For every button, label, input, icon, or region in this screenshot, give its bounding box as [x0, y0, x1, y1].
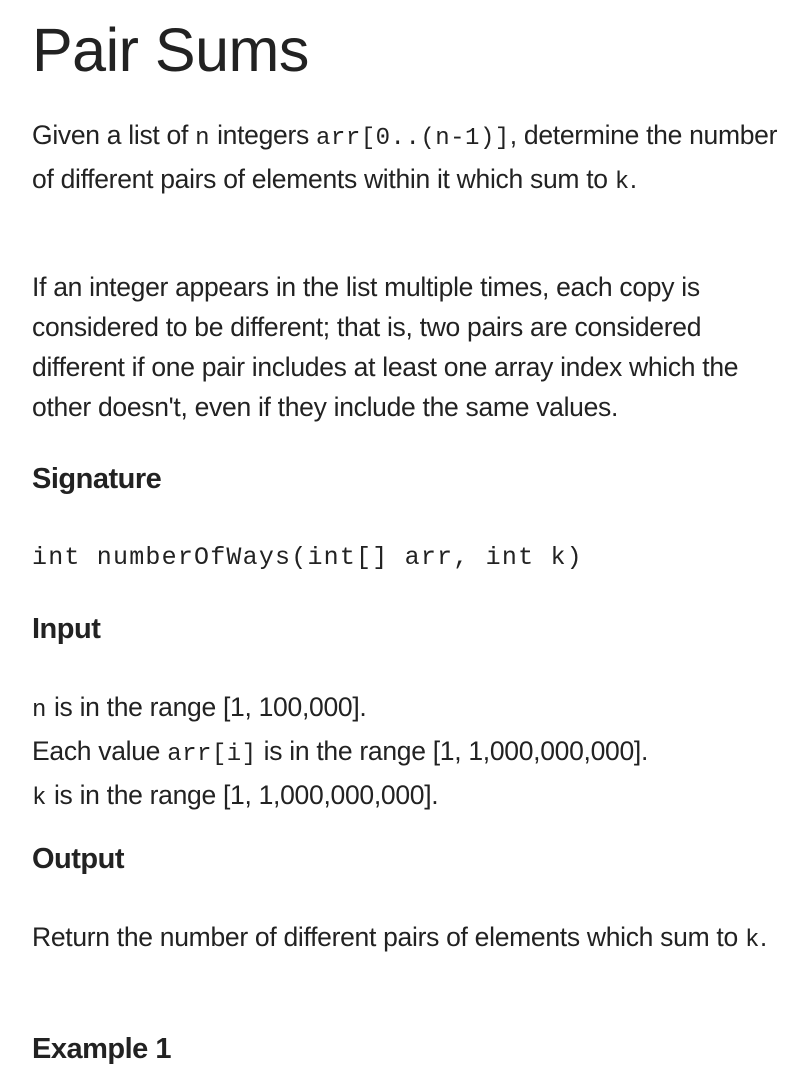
input-heading: Input: [32, 613, 101, 645]
input-line-arr: Each value arr[i] is in the range [1, 1,…: [32, 731, 792, 775]
input-paragraph: n is in the range [1, 100,000]. Each val…: [32, 687, 792, 819]
explanation-paragraph: If an integer appears in the list multip…: [32, 272, 739, 422]
page-title: Pair Sums: [32, 16, 309, 84]
input-line-n: n is in the range [1, 100,000].: [32, 687, 792, 731]
signature-code: int numberOfWays(int[] arr, int k): [32, 543, 583, 572]
input-code-arr: arr[i]: [167, 741, 257, 768]
input-code-n: n: [32, 697, 47, 724]
intro-code-arr: arr[0..(n-1)]: [316, 125, 510, 152]
input-code-k: k: [32, 785, 47, 812]
output-text-1: Return the number of different pairs of …: [32, 922, 745, 952]
intro-paragraph: Given a list of n integers arr[0..(n-1)]…: [32, 115, 792, 203]
intro-text-2: integers: [210, 120, 317, 150]
output-text-2: .: [759, 922, 767, 952]
input-line-k: k is in the range [1, 1,000,000,000].: [32, 775, 792, 819]
input-text-n: is in the range [1, 100,000].: [46, 692, 367, 722]
input-pre-arr: Each value: [32, 736, 168, 766]
output-heading: Output: [32, 843, 125, 875]
output-code-k: k: [744, 927, 760, 954]
intro-code-k: k: [614, 169, 630, 196]
input-text-k: is in the range [1, 1,000,000,000].: [46, 780, 439, 810]
input-text-arr: is in the range [1, 1,000,000,000].: [256, 736, 649, 766]
intro-text-1: Given a list of: [32, 120, 196, 150]
intro-code-n: n: [195, 125, 211, 152]
example-1-heading: Example 1: [32, 1033, 171, 1065]
intro-text-4: .: [629, 164, 637, 194]
output-paragraph: Return the number of different pairs of …: [32, 917, 792, 961]
signature-heading: Signature: [32, 463, 162, 495]
